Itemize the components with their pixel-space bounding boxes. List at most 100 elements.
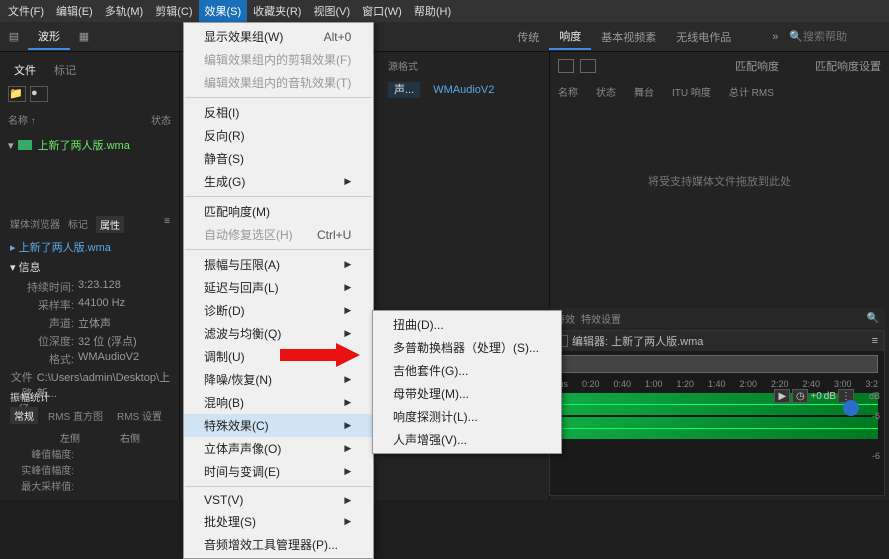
dropzone[interactable]: 将受支持媒体文件拖放到此处 xyxy=(648,173,791,189)
col-header[interactable]: 总计 RMS xyxy=(729,84,774,99)
menu-8[interactable]: 帮助(H) xyxy=(408,0,457,22)
stats-tab[interactable]: RMS 设置 xyxy=(113,407,166,424)
menu-7[interactable]: 窗口(W) xyxy=(356,0,408,22)
menu-item[interactable]: 延迟与回声(L)▶ xyxy=(184,276,373,299)
menu-item[interactable]: 显示效果组(W)Alt+0 xyxy=(184,25,373,48)
menu-item[interactable]: 时间与变调(E)▶ xyxy=(184,460,373,483)
menu-item[interactable]: 诊断(D)▶ xyxy=(184,299,373,322)
red-arrow-annotation xyxy=(280,343,360,367)
info-heading: 信息 xyxy=(19,262,41,274)
stat-label: 最大采样值: xyxy=(10,478,74,493)
waveform-right[interactable] xyxy=(556,417,878,439)
file-row[interactable]: ▾ 上新了两人版.wma xyxy=(0,133,179,157)
info-label: 声道: xyxy=(10,315,74,331)
waveform-editor: 编辑器: 上新了两人版.wma ≡ ms0:200:401:001:201:40… xyxy=(549,330,885,496)
search-input[interactable] xyxy=(803,31,883,43)
menu-6[interactable]: 视图(V) xyxy=(307,0,356,22)
info-label: 持续时间: xyxy=(10,279,74,295)
stats-panel: 振幅统计 常规 RMS 直方图 RMS 设置 左侧 右侧 峰值幅度:实峰值幅度:最大采… xyxy=(0,383,180,500)
menu-item: 自动修复选区(H)Ctrl+U xyxy=(184,223,373,246)
menu-4[interactable]: 效果(S) xyxy=(199,0,248,22)
waveform-icon[interactable]: ▤ xyxy=(2,26,26,48)
tab-legacy[interactable]: 传统 xyxy=(507,25,549,49)
col-header[interactable]: 名称 xyxy=(558,84,578,99)
tab-properties[interactable]: 属性 xyxy=(96,216,124,233)
menu-item[interactable]: 混响(B)▶ xyxy=(184,391,373,414)
menu-item[interactable]: 批处理(S)▶ xyxy=(184,510,373,533)
col-status[interactable]: 状态 xyxy=(151,112,171,127)
main-toolbar: ▤ 波形 ▦ 传统 响度 基本视频素 无线电作品 » 🔍 xyxy=(0,22,889,52)
tab-media-browser[interactable]: 媒体浏览器 xyxy=(10,216,60,233)
tab-markers[interactable]: 标记 xyxy=(46,58,84,82)
menu-item[interactable]: 振幅与压限(A)▶ xyxy=(184,253,373,276)
menu-item[interactable]: 反向(R) xyxy=(184,124,373,147)
menu-item[interactable]: 立体声声像(O)▶ xyxy=(184,437,373,460)
col-header[interactable]: ITU 响度 xyxy=(672,84,711,99)
record-icon[interactable]: ● xyxy=(30,86,48,102)
menu-item[interactable]: 匹配响度(M) xyxy=(184,200,373,223)
submenu-item[interactable]: 响度探测计(L)... xyxy=(373,405,561,428)
menu-item[interactable]: 音频增效工具管理器(P)... xyxy=(184,533,373,556)
search-help[interactable]: 🔍 xyxy=(789,30,883,43)
info-label: 格式: xyxy=(10,351,74,367)
stat-label: 实峰值幅度: xyxy=(10,462,74,477)
stat-col: 左侧 xyxy=(60,430,80,445)
info-filename: 上新了两人版.wma xyxy=(19,242,111,254)
open-file-icon[interactable]: 📁 xyxy=(8,86,26,102)
gain-controls[interactable]: ▶ ◷ +0 dB ⋮ xyxy=(774,389,854,403)
stats-tab[interactable]: RMS 直方图 xyxy=(44,407,107,424)
info-value: 3:23.128 xyxy=(78,279,121,295)
submenu-item[interactable]: 多普勒换档器（处理）(S)... xyxy=(373,336,561,359)
col-header[interactable]: 状态 xyxy=(596,84,616,99)
folder-icon[interactable] xyxy=(558,59,574,73)
tab-markers-2[interactable]: 标记 xyxy=(68,216,88,233)
menu-0[interactable]: 文件(F) xyxy=(2,0,50,22)
menu-item[interactable]: 滤波与均衡(Q)▶ xyxy=(184,322,373,345)
format-label: 源格式 xyxy=(388,58,418,73)
submenu-item[interactable]: 吉他套件(G)... xyxy=(373,359,561,382)
menu-3[interactable]: 剪辑(C) xyxy=(149,0,198,22)
menu-item[interactable]: 静音(S) xyxy=(184,147,373,170)
stat-col: 右侧 xyxy=(120,430,140,445)
menu-item[interactable]: VST(V)▶ xyxy=(184,490,373,510)
col-name[interactable]: 名称 ↑ xyxy=(8,112,36,127)
expand-icon[interactable]: » xyxy=(763,26,787,48)
editor-title: 编辑器: 上新了两人版.wma xyxy=(572,333,703,349)
tab-waveform[interactable]: 波形 xyxy=(28,24,70,50)
fx-settings[interactable]: 特效设置 xyxy=(581,311,621,326)
submenu-item[interactable]: 母带处理(M)... xyxy=(373,382,561,405)
info-value: 立体声 xyxy=(78,315,111,331)
search-icon: 🔍 xyxy=(789,30,803,43)
right-tab[interactable]: 匹配响度 xyxy=(735,58,779,74)
tab-video[interactable]: 基本视频素 xyxy=(591,25,666,49)
right-setting[interactable]: 匹配响度设置 xyxy=(815,58,881,74)
playhead-marker[interactable] xyxy=(843,400,859,416)
tab-files[interactable]: 文件 xyxy=(6,58,44,82)
tool-icon[interactable]: ▶ xyxy=(774,389,790,403)
overview-strip[interactable] xyxy=(556,355,878,373)
info-value: WMAudioV2 xyxy=(78,351,139,367)
menu-item[interactable]: 特殊效果(C)▶ xyxy=(184,414,373,437)
stats-tab[interactable]: 常规 xyxy=(10,407,38,424)
tab-loudness[interactable]: 响度 xyxy=(549,24,591,50)
submenu-item[interactable]: 人声增强(V)... xyxy=(373,428,561,451)
info-value: 32 位 (浮点) xyxy=(78,333,137,349)
multitrack-icon[interactable]: ▦ xyxy=(72,26,96,48)
tab-radio[interactable]: 无线电作品 xyxy=(666,25,741,49)
menu-2[interactable]: 多轨(M) xyxy=(99,0,150,22)
clock-icon[interactable]: ◷ xyxy=(792,389,808,403)
menu-item[interactable]: 反相(I) xyxy=(184,101,373,124)
col-header[interactable]: 舞台 xyxy=(634,84,654,99)
menu-5[interactable]: 收藏夹(R) xyxy=(247,0,307,22)
file-name: 上新了两人版.wma xyxy=(38,137,130,153)
menu-item[interactable]: 降噪/恢复(N)▶ xyxy=(184,368,373,391)
menu-item: 编辑效果组内的音轨效果(T) xyxy=(184,71,373,94)
submenu-item[interactable]: 扭曲(D)... xyxy=(373,313,561,336)
stats-title: 振幅统计 xyxy=(10,389,170,404)
stat-label: 峰值幅度: xyxy=(10,446,74,461)
menu-item: 编辑效果组内的剪辑效果(F) xyxy=(184,48,373,71)
folder-icon-2[interactable] xyxy=(580,59,596,73)
menu-item[interactable]: 生成(G)▶ xyxy=(184,170,373,193)
menu-1[interactable]: 编辑(E) xyxy=(50,0,99,22)
effects-menu: 显示效果组(W)Alt+0编辑效果组内的剪辑效果(F)编辑效果组内的音轨效果(T… xyxy=(183,22,374,559)
